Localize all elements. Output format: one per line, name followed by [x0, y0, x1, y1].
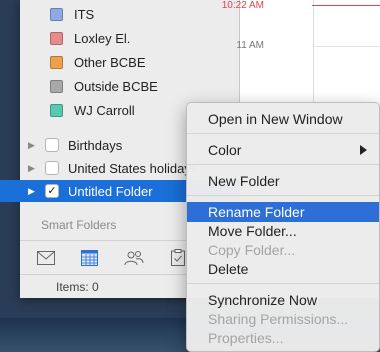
- current-time-line: [312, 5, 380, 6]
- calendar-item[interactable]: ITS: [50, 4, 94, 24]
- calendar-item[interactable]: Loxley El.: [50, 28, 130, 48]
- calendar-checkbox[interactable]: [45, 138, 59, 152]
- calendar-item-label: Other BCBE: [74, 54, 146, 70]
- calendar-color-swatch: [50, 7, 63, 21]
- menu-item-rename-folder[interactable]: Rename Folder: [187, 202, 379, 222]
- current-time-label: 10:22 AM: [221, 0, 264, 11]
- tab-contacts[interactable]: [115, 243, 152, 273]
- menu-item-open-new-window[interactable]: Open in New Window: [187, 109, 379, 129]
- tab-calendar[interactable]: [71, 243, 108, 273]
- menu-separator: [187, 133, 379, 134]
- menu-item-synchronize-now[interactable]: Synchronize Now: [187, 290, 379, 310]
- menu-separator: [187, 195, 379, 196]
- menu-item-move-folder[interactable]: Move Folder...: [187, 221, 379, 241]
- menu-item-delete[interactable]: Delete: [187, 259, 379, 279]
- disclosure-triangle-icon[interactable]: ▶: [28, 140, 38, 151]
- menu-separator: [187, 283, 379, 284]
- submenu-arrow-icon: [360, 145, 367, 155]
- calendar-item[interactable]: WJ Carroll: [50, 100, 135, 120]
- menu-item-color[interactable]: Color: [187, 140, 379, 160]
- disclosure-triangle-icon[interactable]: ▶: [28, 163, 38, 174]
- calendar-color-swatch: [50, 31, 63, 45]
- calendar-item-label: Outside BCBE: [74, 78, 158, 94]
- folder-group-label: United States holidays: [68, 160, 198, 176]
- calendar-item-label: WJ Carroll: [74, 102, 135, 118]
- menu-item-new-folder[interactable]: New Folder: [187, 171, 379, 191]
- calendar-item-label: Loxley El.: [74, 30, 131, 46]
- calendar-item-label: ITS: [74, 6, 95, 22]
- calendar-item[interactable]: Outside BCBE: [50, 76, 158, 96]
- smart-folders-heading: Smart Folders: [41, 218, 117, 232]
- menu-item-copy-folder: Copy Folder...: [208, 242, 296, 258]
- calendar-color-swatch: [50, 79, 63, 93]
- folder-group-label: Untitled Folder: [68, 183, 153, 199]
- folder-context-menu: Open in New Window Color New Folder Rena…: [186, 102, 380, 352]
- hour-gridline: [314, 46, 380, 47]
- menu-separator: [187, 164, 379, 165]
- menu-item-properties: Properties...: [208, 330, 284, 346]
- calendar-checkbox-checked[interactable]: ✓: [45, 184, 59, 198]
- items-count: Items: 0: [56, 279, 99, 294]
- menu-item-sharing-permissions: Sharing Permissions...: [208, 311, 349, 327]
- hour-label: 11 AM: [236, 40, 264, 51]
- calendar-checkbox[interactable]: [45, 161, 59, 175]
- mail-icon: [36, 250, 55, 265]
- calendar-icon: [81, 249, 98, 266]
- folder-group-label: Birthdays: [68, 137, 123, 153]
- calendar-item[interactable]: Other BCBE: [50, 52, 146, 72]
- disclosure-triangle-icon[interactable]: ▶: [28, 186, 38, 197]
- tasks-icon: [170, 249, 185, 266]
- calendar-color-swatch: [50, 55, 63, 69]
- menu-item-color-label: Color: [208, 142, 242, 158]
- tab-mail[interactable]: [27, 243, 64, 273]
- contacts-icon: [124, 250, 143, 265]
- calendar-color-swatch: [50, 103, 63, 117]
